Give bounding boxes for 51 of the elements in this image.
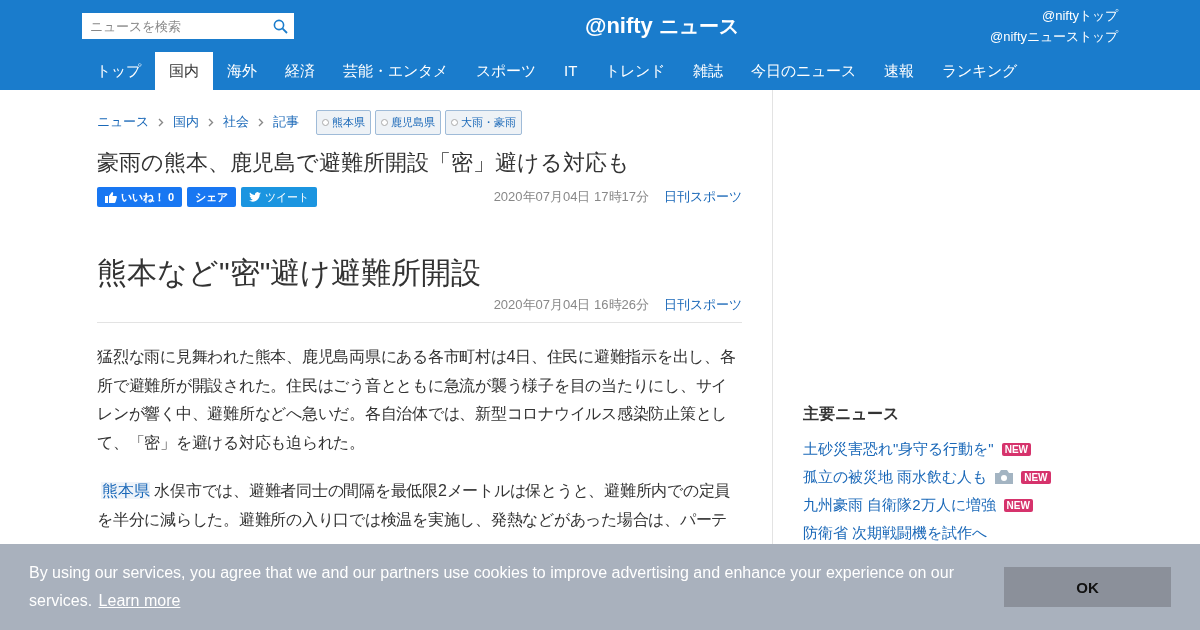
topic-tag[interactable]: 大雨・豪雨 <box>445 109 522 135</box>
topic-tag[interactable]: 鹿児島県 <box>375 109 441 135</box>
breadcrumb-link[interactable]: 社会 <box>223 113 249 131</box>
header-link[interactable]: @niftyトップ <box>1041 6 1118 25</box>
source-link[interactable]: 日刊スポーツ <box>664 188 742 206</box>
publish-date: 2020年07月04日 16時26分 <box>493 296 649 314</box>
news-link[interactable]: 孤立の被災地 雨水飲む人も <box>803 467 988 487</box>
nav-tab[interactable]: 経済 <box>271 52 329 90</box>
share-button[interactable]: いいね！ 0 <box>97 187 183 207</box>
nav-tab[interactable]: トレンド <box>591 52 680 90</box>
nav-tab[interactable]: 雑誌 <box>679 52 738 90</box>
chevron-icon <box>158 117 164 127</box>
breadcrumb-link[interactable]: ニュース <box>97 113 149 131</box>
site-logo[interactable]: @nifty ニュース <box>584 12 739 40</box>
share-button[interactable]: ツイート <box>241 187 318 207</box>
new-badge: NEW <box>1003 498 1033 512</box>
chevron-icon <box>258 117 264 127</box>
chevron-icon <box>208 117 214 127</box>
breadcrumb-link[interactable]: 記事 <box>273 113 299 131</box>
ok-button[interactable]: OK <box>1004 567 1171 607</box>
section-heading: 主要ニュース <box>803 404 900 424</box>
share-button[interactable]: シェア <box>187 187 237 207</box>
thumbs-up-icon <box>105 191 117 203</box>
nav-tab[interactable]: スポーツ <box>462 52 550 90</box>
nav-tab[interactable]: ランキング <box>928 52 1032 90</box>
breadcrumb-link[interactable]: 国内 <box>173 113 199 131</box>
article-paragraph: 猛烈な雨に見舞われた熊本、鹿児島両県にある各市町村は4日、住民に避難指示を出し、各所で避難所が開設された。住民はごう音とともに急流が襲う様子を目の当たりにし、サイレンが響く中、避難所などへ急いだ。各自治体では、新型コロナウイルス感染防止策として、「密」を避ける対応も迫られた。 <box>97 347 737 453</box>
source-link[interactable]: 日刊スポーツ <box>664 296 742 314</box>
keyword-link[interactable]: 熊本県 <box>101 482 151 499</box>
new-badge: NEW <box>1001 442 1031 456</box>
news-link[interactable]: 防衛省 次期戦闘機を試作へ <box>803 523 988 543</box>
search-field[interactable]: ニュースを検索 <box>82 13 294 39</box>
nav-tab[interactable]: 国内 <box>155 52 213 90</box>
news-link[interactable]: 九州豪雨 自衛隊2万人に増強 <box>803 495 996 515</box>
article-paragraph: 熊本県 水俣市では、避難者同士の間隔を最低限2メートルは保とうと、避難所内での定員を半分に減らした。避難所の入り口では検温を実施し、発熱などがあった場合は、パーテ <box>97 481 732 530</box>
nav-tab[interactable]: トップ <box>82 52 155 90</box>
news-link[interactable]: 土砂災害恐れ"身守る行動を" <box>803 439 994 459</box>
search-icon[interactable] <box>273 19 288 34</box>
nav-tab[interactable]: 芸能・エンタメ <box>329 52 462 90</box>
nav-tab[interactable]: 今日のニュース <box>737 52 871 90</box>
nav-tab[interactable]: IT <box>550 52 592 90</box>
bird-icon <box>249 192 262 202</box>
cookie-message: By using our services, you agree that we and our partners use cookies to improve advertising and enhance your experience on our services. Learn more <box>29 563 955 611</box>
topic-tag[interactable]: 熊本県 <box>316 109 371 135</box>
new-badge: NEW <box>1021 470 1051 484</box>
header-link[interactable]: @niftyニューストップ <box>989 27 1118 46</box>
headline: 豪雨の熊本、鹿児島で避難所開設「密」避ける対応も <box>97 149 631 177</box>
publish-date: 2020年07月04日 17時17分 <box>493 188 649 206</box>
nav-tab[interactable]: 速報 <box>870 52 929 90</box>
nav-tab[interactable]: 海外 <box>213 52 271 90</box>
article-title: 熊本など"密"避け避難所開設 <box>97 255 483 291</box>
